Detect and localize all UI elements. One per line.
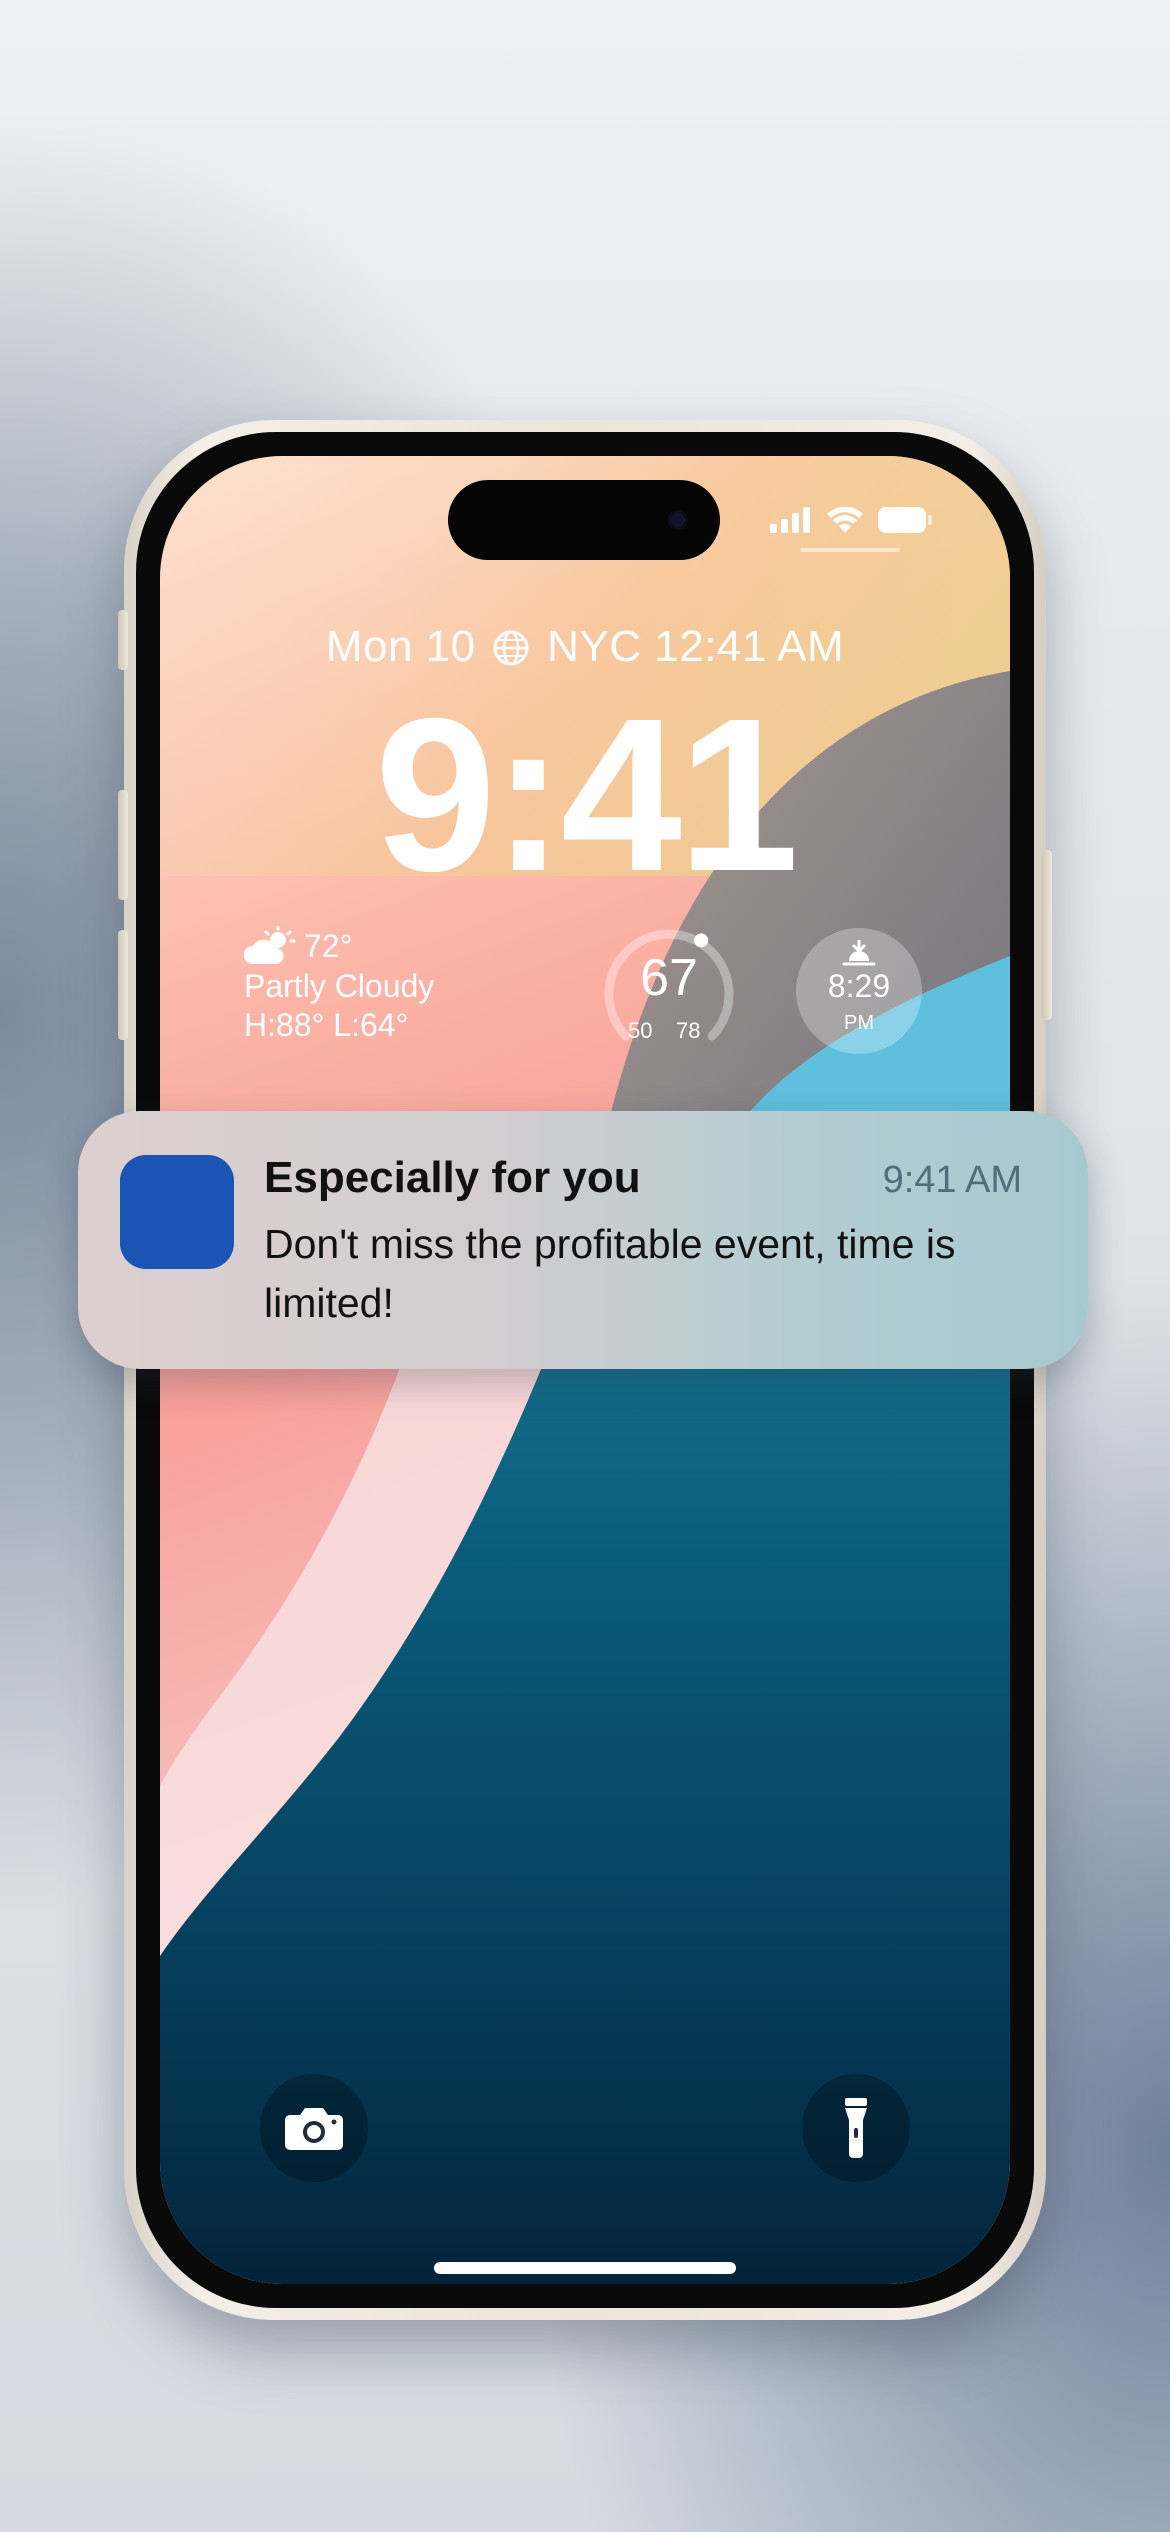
temperature-gauge-widget[interactable]: 67 50 78 <box>604 926 734 1056</box>
sunset-period: PM <box>844 1012 874 1034</box>
volume-down-button <box>118 930 128 1040</box>
notification-body: Don't miss the profitable event, time is… <box>264 1221 956 1326</box>
app-icon <box>120 1155 234 1269</box>
dynamic-island <box>448 480 720 560</box>
gauge-marker <box>694 933 709 948</box>
action-button <box>118 610 128 670</box>
weather-temp: 72° <box>304 927 353 964</box>
sunset-time: 8:29 <box>827 968 891 1004</box>
weather-condition: Partly Cloudy <box>244 968 435 1004</box>
date-line: Mon 10 NYC 12:41 AM <box>160 622 1010 672</box>
wifi-icon <box>827 506 863 533</box>
home-indicator[interactable] <box>434 2262 736 2274</box>
cellular-signal-icon <box>770 507 810 533</box>
sunset-icon <box>842 940 876 966</box>
flashlight-icon <box>845 2098 867 2158</box>
weather-widget[interactable]: 72° Partly Cloudy H:88° L:64° <box>244 926 434 1044</box>
globe-icon <box>493 630 529 666</box>
gauge-high: 78 <box>676 1018 701 1043</box>
world-clock-text: NYC 12:41 AM <box>547 622 845 671</box>
lock-screen: Mon 10 NYC 12:41 AM 9:41 72° Partly Clou… <box>160 456 1010 2284</box>
volume-up-button <box>118 790 128 900</box>
gauge-low: 50 <box>628 1018 653 1043</box>
front-camera <box>668 510 688 530</box>
status-bar <box>770 506 932 534</box>
notification-banner[interactable]: Especially for you 9:41 AM Don't miss th… <box>78 1111 1088 1369</box>
weather-high-low: H:88° L:64° <box>244 1007 409 1043</box>
camera-button[interactable] <box>260 2074 368 2182</box>
sunset-widget[interactable]: 8:29 PM <box>796 928 922 1054</box>
notification-title: Especially for you <box>264 1153 641 1202</box>
power-button <box>1042 850 1052 1020</box>
partly-cloudy-icon <box>244 926 296 964</box>
date-text: Mon 10 <box>325 622 476 671</box>
status-underline <box>800 548 900 552</box>
battery-icon <box>878 507 932 533</box>
flashlight-button[interactable] <box>802 2074 910 2182</box>
camera-icon <box>285 2108 343 2150</box>
notification-time: 9:41 AM <box>882 1159 1022 1201</box>
lock-clock: 9:41 <box>374 674 799 917</box>
gauge-value: 67 <box>640 949 698 1007</box>
